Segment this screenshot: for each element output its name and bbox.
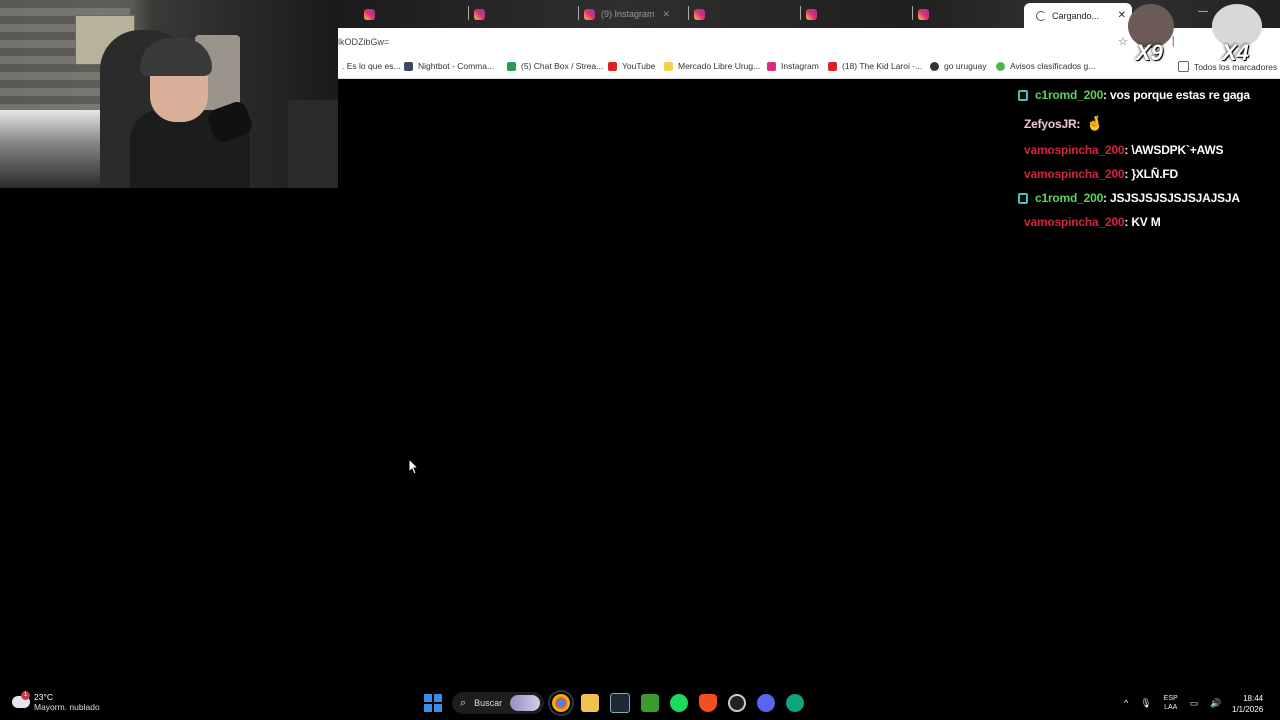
chat-message: vamospincha_200 : }XLÑ.FD	[1024, 167, 1178, 181]
windows-start-button[interactable]	[424, 694, 442, 712]
obs-icon[interactable]	[728, 694, 746, 712]
bookmark-item[interactable]: YouTube	[608, 61, 655, 71]
browser-tab[interactable]	[688, 6, 711, 22]
browser-tab[interactable]	[468, 6, 491, 22]
chat-message: c1romd_200 : JSJSJSJSJSJSJAJSJA	[1018, 191, 1240, 205]
chat-username: c1romd_200	[1035, 191, 1104, 205]
search-icon: ⌕	[460, 696, 467, 709]
chat-text: :	[1076, 116, 1081, 131]
bookmark-item[interactable]: . Es lo que es...	[342, 61, 401, 71]
browser-tab[interactable]	[912, 6, 935, 22]
globe-icon	[930, 61, 939, 71]
minimize-window-button[interactable]: —	[1198, 6, 1208, 17]
search-highlight-icon	[510, 695, 540, 711]
instagram-icon	[584, 8, 595, 20]
tab-separator	[468, 6, 469, 20]
chat-username: vamospincha_200	[1024, 215, 1125, 229]
chat-text: : }XLÑ.FD	[1124, 167, 1178, 181]
chat-message: vamospincha_200 : \AWSDPK`+AWS	[1024, 143, 1223, 157]
moderator-badge-icon	[1018, 192, 1028, 204]
chat-username: vamospincha_200	[1024, 167, 1125, 181]
notification-badge: 1	[21, 691, 30, 700]
chatgpt-icon[interactable]	[786, 694, 804, 712]
taskbar-search[interactable]: ⌕ Buscar	[452, 692, 544, 714]
file-explorer-icon[interactable]	[581, 694, 599, 712]
instagram-icon	[767, 61, 776, 71]
browser-tab[interactable]	[800, 6, 823, 22]
youtube-icon	[608, 61, 617, 71]
browser-tab[interactable]: (9) Instagram ✕	[578, 6, 671, 22]
webcam-overlay	[0, 0, 338, 188]
chrome-icon[interactable]	[548, 690, 574, 716]
chat-username: ZefyosJR	[1024, 116, 1077, 131]
bookmark-item[interactable]: Avisos clasificados g...	[996, 61, 1095, 71]
sticker-overlay-right: X4	[1208, 0, 1268, 70]
network-icon[interactable]: ▭	[1190, 698, 1199, 709]
browser-tab[interactable]	[364, 6, 381, 22]
chat-text: : \AWSDPK`+AWS	[1124, 143, 1224, 157]
youtube-icon	[828, 61, 837, 71]
cloudy-weather-icon: 1	[12, 691, 30, 708]
instagram-icon	[364, 8, 375, 20]
moderator-badge-icon	[1018, 89, 1028, 101]
weather-desc: Mayorm. nublado	[34, 702, 100, 712]
nightbot-icon	[404, 61, 413, 71]
bookmark-item[interactable]: Mercado Libre Urug...	[664, 61, 760, 71]
instagram-icon	[474, 8, 485, 20]
instagram-icon	[694, 8, 705, 20]
chat-text: : JSJSJSJSJSJSJAJSJA	[1103, 191, 1240, 205]
chat-text: : vos porque estas re gaga	[1103, 88, 1250, 102]
microphone-icon[interactable]: 🎙	[1140, 698, 1151, 709]
mercadolibre-icon	[664, 61, 673, 71]
bookmark-item[interactable]: Nightbot - Comma...	[404, 61, 494, 71]
chatbox-icon	[507, 61, 516, 71]
url-text[interactable]: lkODZibGw=	[338, 37, 389, 47]
bookmark-item[interactable]: (5) Chat Box / Strea...	[507, 61, 603, 71]
instagram-icon	[806, 8, 817, 20]
weather-widget[interactable]: 1 23°C Mayorm. nublado	[12, 691, 100, 712]
chat-message: c1romd_200 : vos porque estas re gaga	[1018, 88, 1250, 102]
chat-username: vamospincha_200	[1024, 143, 1125, 157]
monitor	[288, 100, 338, 188]
bookmark-item[interactable]: Instagram	[767, 61, 819, 71]
bookmark-item[interactable]: (18) The Kid Laroi -...	[828, 61, 922, 71]
system-tray: ^ 🎙 ESP LAA ▭ 🔊	[1124, 694, 1221, 712]
close-icon[interactable]: ✕	[663, 9, 671, 20]
sticker-overlay-left: X9	[1124, 0, 1180, 70]
loading-spinner-icon	[1036, 10, 1046, 21]
steam-icon[interactable]	[610, 693, 630, 713]
chat-username: c1romd_200	[1035, 88, 1104, 102]
chat-message: vamospincha_200 : KV M	[1024, 215, 1161, 229]
mouse-cursor-icon	[409, 459, 419, 475]
bookmark-item[interactable]: go uruguay	[930, 61, 987, 71]
chat-message: ZefyosJR : 🤞	[1024, 115, 1104, 132]
classifieds-icon	[996, 61, 1005, 71]
minecraft-icon[interactable]	[641, 694, 659, 712]
chevron-up-icon[interactable]: ^	[1124, 698, 1128, 708]
spotify-icon[interactable]	[670, 694, 688, 712]
taskbar: 1 23°C Mayorm. nublado ⌕ Buscar ^ 🎙 ESP …	[0, 688, 1280, 720]
active-tab[interactable]: Cargando... ✕	[1024, 3, 1132, 28]
volume-icon[interactable]: 🔊	[1210, 698, 1221, 709]
weather-temp: 23°C	[34, 692, 53, 702]
tab-separator	[578, 6, 579, 20]
tab-separator	[912, 6, 913, 20]
discord-icon[interactable]	[757, 694, 775, 712]
emote-icon: 🤞	[1086, 115, 1104, 131]
brave-icon[interactable]	[699, 694, 717, 712]
instagram-icon	[918, 8, 929, 20]
tab-separator	[800, 6, 801, 20]
clock[interactable]: 18:44 1/1/2026	[1232, 693, 1263, 715]
language-indicator[interactable]: ESP LAA	[1164, 694, 1178, 712]
chat-text: : KV M	[1124, 215, 1161, 229]
tab-separator	[688, 6, 689, 20]
